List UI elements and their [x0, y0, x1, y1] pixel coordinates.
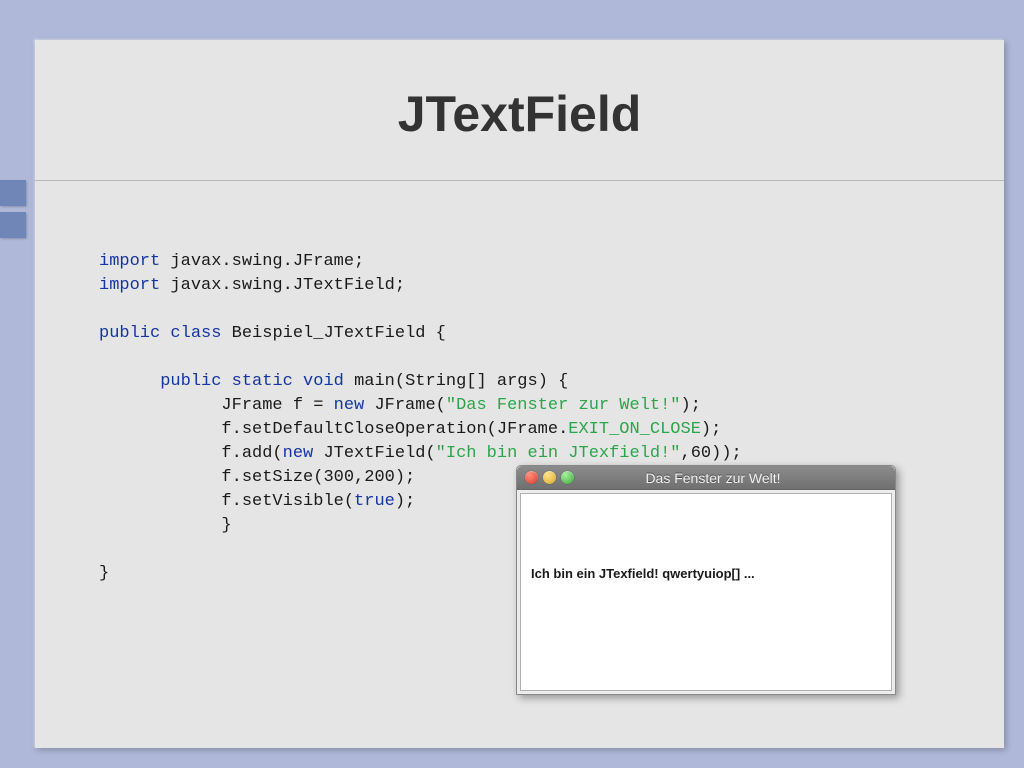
code-string: "Das Fenster zur Welt!" — [446, 396, 681, 415]
title-rule — [35, 180, 1004, 181]
code-keyword: public — [99, 324, 160, 343]
code-text: f.add( — [221, 444, 282, 463]
jframe-window: Das Fenster zur Welt! Ich bin ein JTexfi… — [516, 465, 896, 695]
code-text: } — [221, 516, 231, 535]
code-text: ); — [681, 396, 701, 415]
code-text: f.setSize(300,200); — [221, 468, 415, 487]
slide-title: JTextField — [35, 40, 1004, 143]
code-keyword: static — [221, 372, 292, 391]
code-keyword: new — [283, 444, 314, 463]
code-text: javax.swing.JFrame; — [160, 252, 364, 271]
code-text: Beispiel_JTextField { — [221, 324, 445, 343]
code-keyword: new — [334, 396, 365, 415]
code-keyword: public — [160, 372, 221, 391]
code-text: main(String[] args) { — [344, 372, 568, 391]
code-text: f.setDefaultCloseOperation(JFrame. — [221, 420, 568, 439]
code-text: } — [99, 564, 109, 583]
code-text: ); — [395, 492, 415, 511]
code-text: ,60)); — [681, 444, 742, 463]
code-keyword: true — [354, 492, 395, 511]
code-keyword: class — [160, 324, 221, 343]
jtextfield-input[interactable]: Ich bin ein JTexfield! qwertyuiop[] ... — [521, 494, 891, 581]
code-string: "Ich bin ein JTexfield!" — [436, 444, 681, 463]
jframe-title: Das Fenster zur Welt! — [579, 470, 847, 486]
zoom-icon[interactable] — [561, 471, 574, 484]
code-keyword: import — [99, 276, 160, 295]
jframe-titlebar[interactable]: Das Fenster zur Welt! — [517, 466, 895, 490]
code-keyword: import — [99, 252, 160, 271]
code-text: javax.swing.JTextField; — [160, 276, 405, 295]
code-text: JFrame f = — [221, 396, 333, 415]
close-icon[interactable] — [525, 471, 538, 484]
accent-bar-top — [0, 180, 26, 206]
accent-bar-bottom — [0, 212, 26, 238]
minimize-icon[interactable] — [543, 471, 556, 484]
code-keyword: void — [293, 372, 344, 391]
code-text: f.setVisible( — [221, 492, 354, 511]
jframe-body: Ich bin ein JTexfield! qwertyuiop[] ... — [520, 493, 892, 691]
code-const: EXIT_ON_CLOSE — [568, 420, 701, 439]
code-text: ); — [701, 420, 721, 439]
code-text: JTextField( — [313, 444, 435, 463]
code-text: JFrame( — [364, 396, 446, 415]
